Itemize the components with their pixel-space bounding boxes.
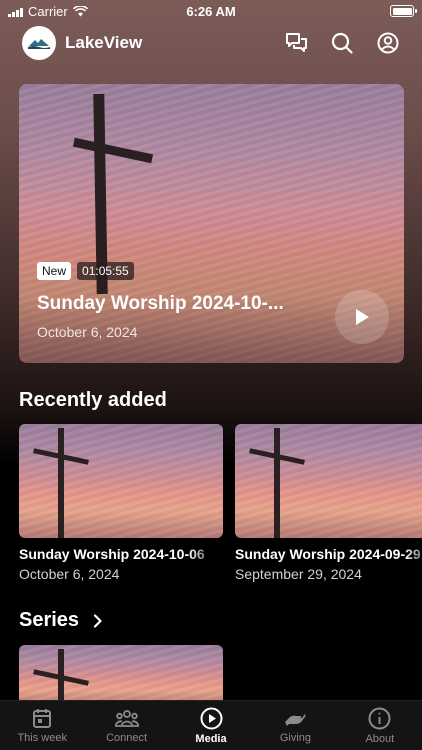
tab-label: Media <box>195 733 227 745</box>
media-title: Sunday Worship 2024-09-29 <box>235 546 421 562</box>
hero-title: Sunday Worship 2024-10-... <box>37 293 284 314</box>
hero-badges: New 01:05:55 <box>37 262 134 280</box>
people-icon <box>114 710 139 727</box>
series-card[interactable] <box>19 645 223 705</box>
tab-label: Giving <box>279 732 312 744</box>
play-button[interactable] <box>335 290 389 344</box>
media-card[interactable]: Sunday Worship 2024-10-06 October 6, 202… <box>19 424 223 582</box>
mountain-logo-icon <box>28 39 50 49</box>
series-header[interactable]: Series <box>19 609 102 632</box>
tab-connect[interactable]: Connect <box>84 701 168 750</box>
media-title: Sunday Worship 2024-10-06 <box>19 546 205 562</box>
new-badge: New <box>37 262 72 280</box>
recently-added-heading: Recently added <box>19 389 167 411</box>
play-icon <box>356 309 369 325</box>
battery-icon <box>390 5 417 17</box>
status-time: 6:26 AM <box>186 4 236 19</box>
chevron-right-icon <box>93 613 102 628</box>
cross-image <box>274 428 280 538</box>
play-circle-icon <box>200 707 223 730</box>
cross-image <box>58 428 64 538</box>
tab-label: About <box>365 733 395 745</box>
hero-date: October 6, 2024 <box>37 324 138 340</box>
tab-giving[interactable]: Giving <box>253 701 337 750</box>
featured-media-card[interactable]: New 01:05:55 Sunday Worship 2024-10-... … <box>19 84 404 363</box>
tab-label: Connect <box>106 732 148 744</box>
media-date: October 6, 2024 <box>19 566 120 582</box>
chat-icon[interactable] <box>284 31 308 55</box>
tab-this-week[interactable]: This week <box>0 701 84 750</box>
status-bar: Carrier 6:26 AM <box>0 0 422 22</box>
header-actions <box>284 31 400 55</box>
hand-icon <box>285 714 306 726</box>
media-thumbnail <box>19 424 223 538</box>
media-screen: Carrier 6:26 AM LakeView New 01:05:55 Su… <box>0 0 422 750</box>
profile-icon[interactable] <box>376 31 400 55</box>
tab-bar: This week Connect Media Giving About <box>0 700 422 750</box>
duration-badge: 01:05:55 <box>77 262 134 280</box>
search-icon[interactable] <box>330 31 354 55</box>
media-date: September 29, 2024 <box>235 566 362 582</box>
tab-about[interactable]: About <box>338 701 422 750</box>
calendar-icon <box>33 709 52 728</box>
tab-label: This week <box>17 732 67 744</box>
media-thumbnail <box>235 424 422 538</box>
app-logo[interactable] <box>22 26 56 60</box>
app-header: LakeView <box>22 26 400 60</box>
tab-media[interactable]: Media <box>169 701 253 750</box>
app-title: LakeView <box>65 33 143 52</box>
info-icon <box>368 707 391 730</box>
series-heading: Series <box>19 609 80 631</box>
media-card[interactable]: Sunday Worship 2024-09-29 September 29, … <box>235 424 422 582</box>
